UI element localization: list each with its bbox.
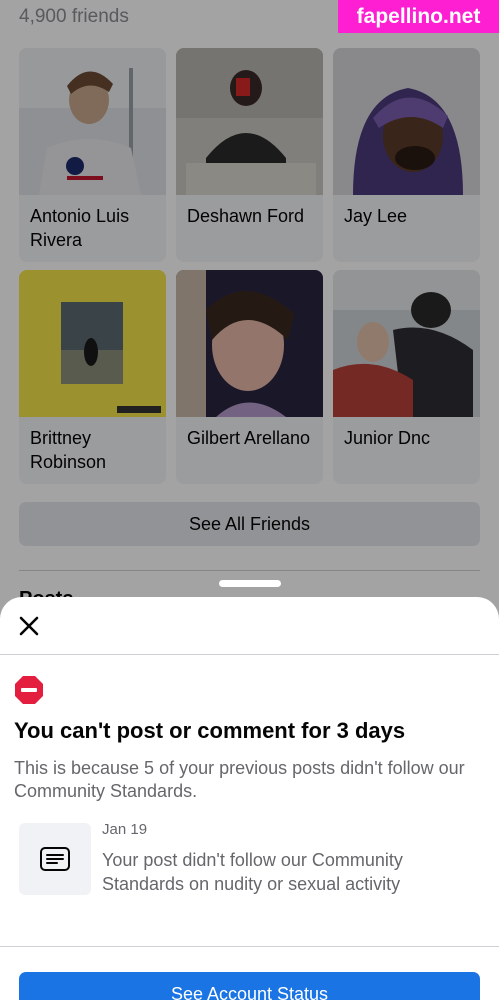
close-button[interactable]	[14, 611, 44, 641]
restriction-title: You can't post or comment for 3 days	[14, 718, 406, 743]
restriction-bottom-sheet: You can't post or comment for 3 days Thi…	[0, 597, 499, 1000]
see-account-status-button[interactable]: See Account Status	[19, 972, 480, 1000]
post-icon	[40, 847, 70, 871]
post-date: Jan 19	[102, 821, 148, 838]
divider	[0, 654, 499, 655]
divider	[0, 946, 499, 947]
sheet-grabber-handle[interactable]	[219, 580, 281, 587]
stop-sign-icon	[15, 676, 43, 704]
post-thumbnail	[19, 823, 91, 895]
post-violation-text: Your post didn't follow our Community St…	[102, 850, 403, 894]
restriction-description: This is because 5 of your previous posts…	[14, 758, 465, 801]
close-icon	[19, 616, 39, 636]
watermark: fapellino.net	[338, 0, 499, 33]
